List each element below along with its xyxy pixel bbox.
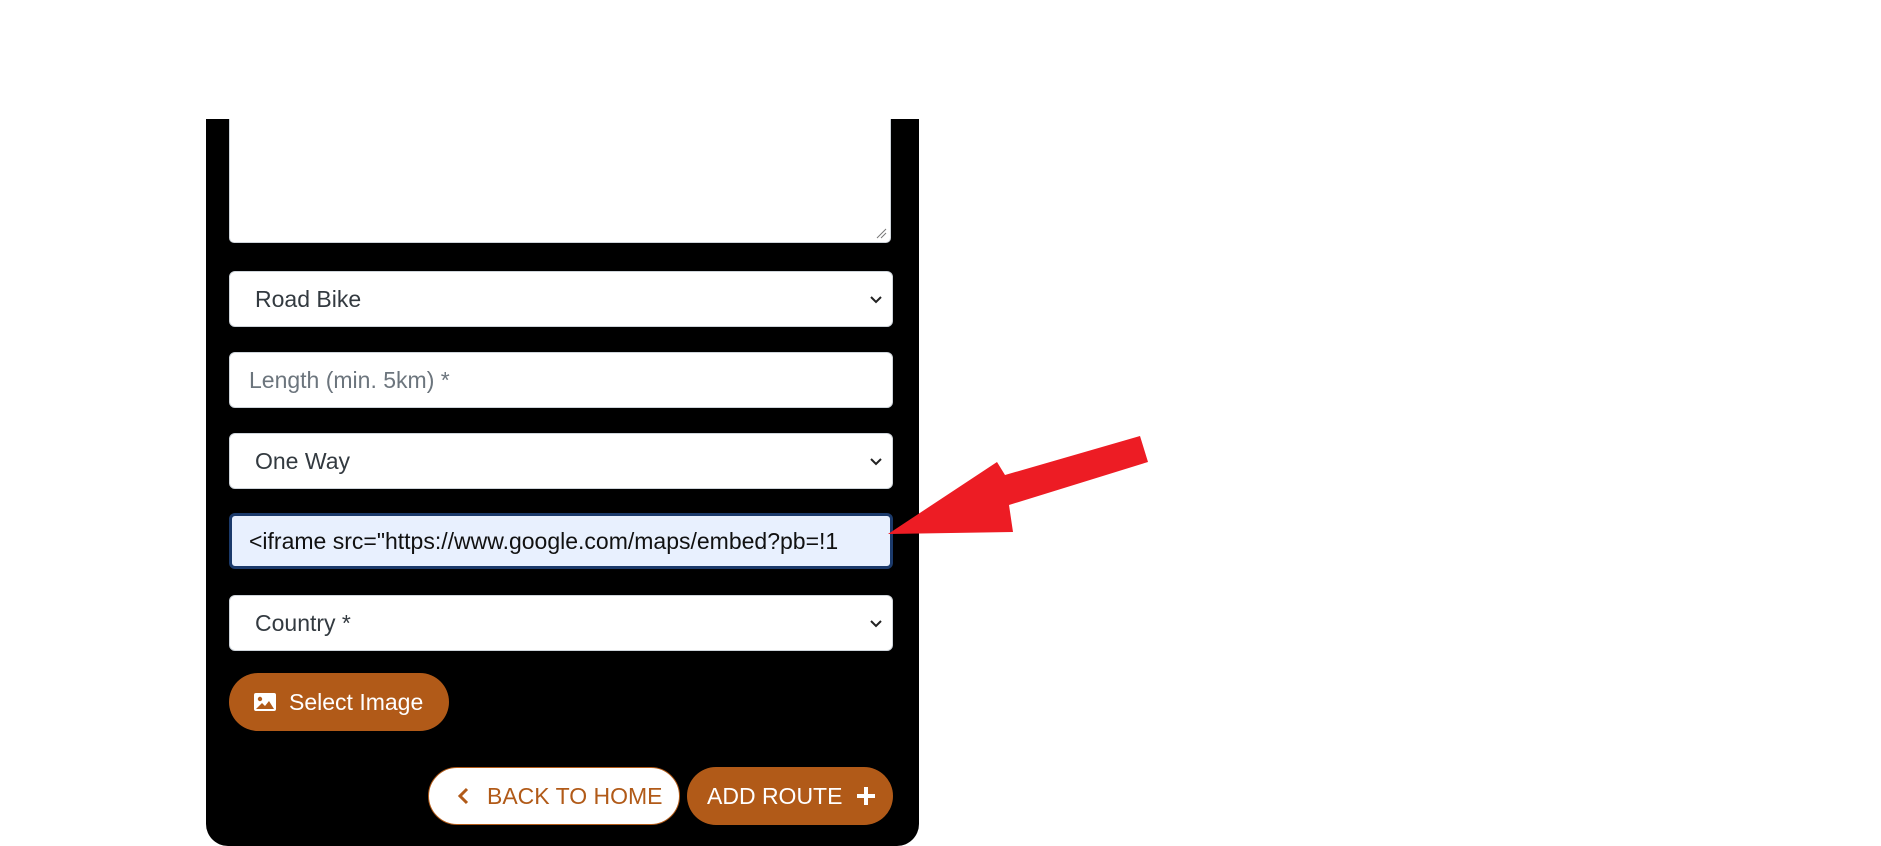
plus-icon xyxy=(857,787,876,805)
image-icon xyxy=(254,693,276,711)
length-input[interactable]: Length (min. 5km) * xyxy=(229,352,893,408)
add-route-button[interactable]: ADD ROUTE xyxy=(687,767,893,825)
add-route-form-panel: Road Bike Length (min. 5km) * One Way <i… xyxy=(206,119,919,846)
bike-type-value: Road Bike xyxy=(255,285,362,312)
chevron-down-icon xyxy=(870,296,882,304)
country-value: Country * xyxy=(255,609,351,636)
select-image-label: Select Image xyxy=(289,688,424,715)
select-image-button[interactable]: Select Image xyxy=(229,673,449,731)
red-arrow-annotation xyxy=(888,436,1148,534)
back-to-home-label: BACK TO HOME xyxy=(487,782,663,809)
bike-type-select[interactable]: Road Bike xyxy=(229,271,893,327)
route-type-select[interactable]: One Way xyxy=(229,433,893,489)
resize-grip-icon[interactable] xyxy=(875,227,887,239)
add-route-label: ADD ROUTE xyxy=(707,782,843,809)
back-to-home-button[interactable]: BACK TO HOME xyxy=(428,767,680,825)
country-select[interactable]: Country * xyxy=(229,595,893,651)
map-embed-input[interactable]: <iframe src="https://www.google.com/maps… xyxy=(229,513,893,569)
chevron-down-icon xyxy=(870,620,882,628)
route-type-value: One Way xyxy=(255,447,351,474)
description-textarea[interactable] xyxy=(229,119,891,243)
map-embed-value: <iframe src="https://www.google.com/maps… xyxy=(249,527,839,554)
chevron-left-icon xyxy=(457,787,469,805)
length-placeholder: Length (min. 5km) * xyxy=(249,366,450,393)
